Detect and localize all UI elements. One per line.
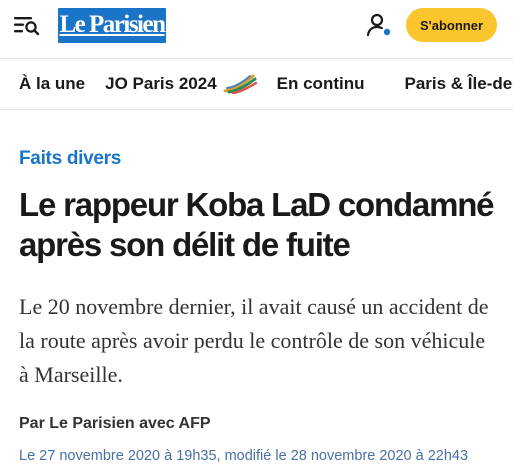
nav-item-en-continu[interactable]: En continu <box>277 74 365 94</box>
article-lede: Le 20 novembre dernier, il avait causé u… <box>19 294 489 387</box>
nav-item-label: JO Paris 2024 <box>105 74 217 93</box>
nav-item-a-la-une[interactable]: À la une <box>19 74 85 94</box>
logo-text: Le Parisien <box>59 11 166 38</box>
article-rubric-link[interactable]: Faits divers <box>19 148 121 170</box>
nav-item-paris-ile-de-france[interactable]: Paris & Île-de- <box>404 74 513 94</box>
article-dateline: Le 27 novembre 2020 à 19h35, modifié le … <box>19 448 469 464</box>
site-header: Le Parisien S'abonner <box>0 0 513 50</box>
nav-item-jo-paris-2024[interactable]: JO Paris 2024 <box>105 74 257 94</box>
section-nav: À la une JO Paris 2024 En continu Paris … <box>0 58 513 110</box>
olympic-flame-icon <box>223 74 257 94</box>
nav-item-label: Paris & Île-de- <box>404 74 513 93</box>
nav-item-label: En continu <box>276 74 365 93</box>
subscribe-button[interactable]: S'abonner <box>406 8 497 42</box>
site-logo[interactable]: Le Parisien <box>58 7 166 43</box>
article-title: Le rappeur Koba LaD condamné après son d… <box>19 186 495 263</box>
user-icon[interactable] <box>366 12 392 38</box>
nav-item-label: À la une <box>19 74 86 93</box>
menu-search-icon[interactable] <box>14 14 40 36</box>
article-byline: Par Le Parisien avec AFP <box>19 415 211 432</box>
